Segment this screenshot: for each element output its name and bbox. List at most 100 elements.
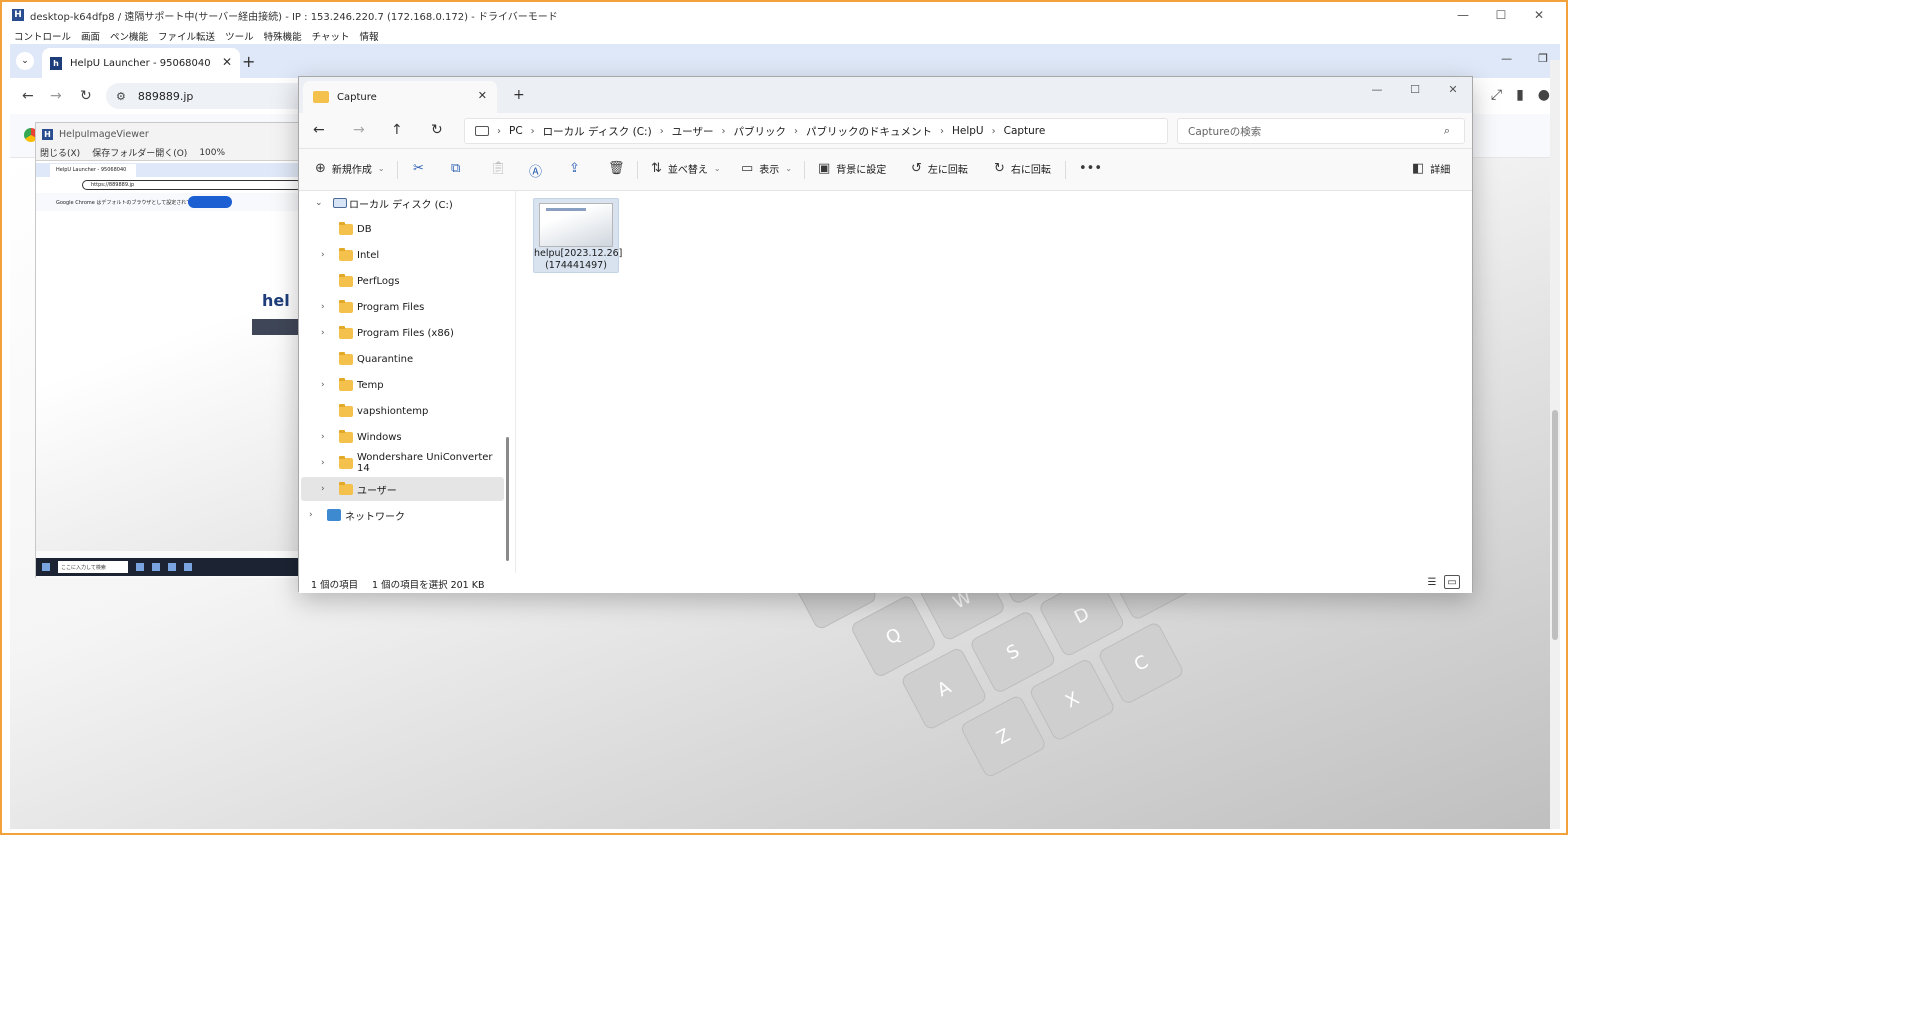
search-icon[interactable]: ⌕ (1444, 124, 1450, 138)
chevron-right-icon[interactable]: › (497, 126, 501, 137)
tree-item-folder-selected[interactable]: › ユーザー (301, 477, 504, 501)
copy-button[interactable]: ⧉ (451, 161, 460, 176)
tree-item-folder[interactable]: › Temp (301, 373, 504, 397)
explorer-tab[interactable]: Capture ✕ (303, 81, 497, 113)
up-arrow-icon[interactable]: ↑ (391, 122, 403, 138)
paste-button[interactable]: 📋︎ (490, 161, 507, 176)
tree-item-folder[interactable]: › Intel (301, 243, 504, 267)
profile-icon[interactable]: ● (1538, 87, 1550, 103)
back-arrow-icon[interactable]: ← (313, 122, 325, 138)
chevron-right-icon[interactable]: › (531, 126, 535, 137)
menu-file-transfer[interactable]: ファイル転送 (158, 29, 215, 43)
minimize-button[interactable]: — (1444, 2, 1482, 28)
tab-search-chevron-icon[interactable]: ⌄ (16, 52, 34, 70)
menu-info[interactable]: 情報 (360, 29, 379, 43)
tree-item-folder[interactable]: › Windows (301, 425, 504, 449)
tree-item-folder[interactable]: Quarantine (301, 347, 504, 371)
chevron-right-icon[interactable]: › (940, 126, 944, 137)
page-scrollbar[interactable] (1550, 60, 1560, 829)
breadcrumb-item[interactable]: ローカル ディスク (C:) (543, 124, 652, 139)
image-viewer-zoom[interactable]: 100% (199, 148, 225, 158)
close-button[interactable]: ✕ (1520, 2, 1558, 28)
new-button[interactable]: ⊕ 新規作成 ⌄ (315, 161, 385, 176)
image-viewer-open-folder-menu[interactable]: 保存フォルダー開く(O) (92, 146, 187, 159)
new-tab-plus-icon[interactable]: + (513, 87, 525, 103)
side-panel-icon[interactable]: ▮ (1516, 87, 1524, 103)
tree-item-network[interactable]: › ネットワーク (301, 503, 504, 527)
menu-screen[interactable]: 画面 (81, 29, 100, 43)
search-box[interactable]: Captureの検索 ⌕ (1177, 118, 1465, 144)
page-scrollbar-thumb[interactable] (1552, 410, 1558, 640)
share-button[interactable]: ⇪ (569, 161, 580, 176)
chrome-reload-icon[interactable]: ↻ (80, 88, 92, 104)
breadcrumb-item[interactable]: ユーザー (672, 124, 714, 139)
chevron-right-icon[interactable]: › (321, 328, 325, 338)
folder-icon (339, 429, 353, 443)
maximize-button[interactable]: ☐ (1482, 2, 1520, 28)
extensions-icon[interactable]: ⤢ (1491, 87, 1502, 103)
tree-item-drive[interactable]: ⌄ ローカル ディスク (C:) (301, 191, 504, 215)
explorer-close-button[interactable]: ✕ (1434, 77, 1472, 101)
menu-special[interactable]: 特殊機能 (264, 29, 302, 43)
tree-item-folder[interactable]: PerfLogs (301, 269, 504, 293)
tree-item-folder[interactable]: vapshiontemp (301, 399, 504, 423)
chrome-forward-icon[interactable]: → (50, 88, 62, 104)
tree-item-folder[interactable]: › Wondershare UniConverter 14 (301, 451, 504, 475)
chrome-back-icon[interactable]: ← (22, 88, 34, 104)
chevron-right-icon[interactable]: › (992, 126, 996, 137)
breadcrumb-item[interactable]: PC (509, 125, 523, 137)
chevron-right-icon[interactable]: › (660, 126, 664, 137)
set-background-button[interactable]: ▣ 背景に設定 (818, 161, 886, 176)
menu-pen[interactable]: ペン機能 (110, 29, 148, 43)
breadcrumb-item[interactable]: パブリックのドキュメント (806, 124, 932, 139)
navigation-scrollbar[interactable] (506, 437, 509, 561)
explorer-maximize-button[interactable]: ☐ (1396, 77, 1434, 101)
chrome-minimize-icon[interactable]: — (1501, 52, 1512, 65)
tree-item-folder[interactable]: DB (301, 217, 504, 241)
menu-tools[interactable]: ツール (225, 29, 254, 43)
chevron-right-icon[interactable]: › (721, 126, 725, 137)
chevron-right-icon[interactable]: › (794, 126, 798, 137)
breadcrumb[interactable]: › PC › ローカル ディスク (C:) › ユーザー › パブリック › パ… (464, 118, 1168, 144)
site-info-icon[interactable]: ⚙ (116, 90, 126, 103)
explorer-address-row: ← → ↑ ↻ › PC › ローカル ディスク (C:) › ユーザー › パ… (299, 113, 1472, 149)
chevron-right-icon[interactable]: › (309, 510, 313, 520)
chevron-right-icon[interactable]: › (321, 432, 325, 442)
image-viewer-close-menu[interactable]: 閉じる(X) (40, 146, 80, 159)
tree-item-folder[interactable]: › Program Files (301, 295, 504, 319)
sort-button[interactable]: ⇅ 並べ替え ⌄ (651, 161, 721, 176)
close-tab-icon[interactable]: ✕ (222, 55, 232, 69)
rotate-right-button[interactable]: ↻ 右に回転 (994, 161, 1051, 176)
copy-icon: ⧉ (451, 161, 461, 176)
breadcrumb-item[interactable]: HelpU (952, 125, 984, 137)
chevron-right-icon[interactable]: › (321, 250, 325, 260)
forward-arrow-icon[interactable]: → (353, 122, 365, 138)
chevron-right-icon[interactable]: › (321, 302, 325, 312)
delete-button[interactable]: 🗑︎ (608, 161, 625, 176)
rotate-left-button[interactable]: ↺ 左に回転 (911, 161, 968, 176)
cut-button[interactable]: ✂ (413, 161, 424, 176)
large-icons-view-icon[interactable]: ▭ (1444, 575, 1460, 589)
view-button[interactable]: ▭ 表示 ⌄ (741, 161, 792, 176)
explorer-minimize-button[interactable]: — (1358, 77, 1396, 101)
tree-item-label: DB (357, 223, 372, 235)
breadcrumb-item[interactable]: パブリック (733, 124, 786, 139)
menu-control[interactable]: コントロール (14, 29, 71, 43)
chevron-right-icon[interactable]: › (321, 458, 325, 468)
chrome-restore-icon[interactable]: ❐ (1538, 52, 1548, 65)
close-tab-icon[interactable]: ✕ (478, 89, 487, 102)
details-view-icon[interactable]: ☰ (1424, 575, 1440, 589)
file-item-selected[interactable]: helpu[2023.12.26] (174441497) (533, 198, 622, 273)
chevron-right-icon[interactable]: › (321, 380, 325, 390)
chevron-right-icon[interactable]: › (321, 484, 325, 494)
more-button[interactable]: ••• (1079, 161, 1102, 176)
refresh-icon[interactable]: ↻ (431, 122, 443, 138)
tree-item-folder[interactable]: › Program Files (x86) (301, 321, 504, 345)
breadcrumb-item-current[interactable]: Capture (1004, 125, 1046, 137)
menu-chat[interactable]: チャット (312, 29, 350, 43)
chrome-tab[interactable]: h HelpU Launcher - 95068040 ✕ (42, 48, 240, 78)
chevron-down-icon[interactable]: ⌄ (315, 198, 323, 208)
new-tab-plus-icon[interactable]: + (242, 52, 255, 71)
details-button[interactable]: ◧ 詳細 (1412, 161, 1450, 176)
rename-button[interactable]: Ⓐ (529, 161, 542, 180)
